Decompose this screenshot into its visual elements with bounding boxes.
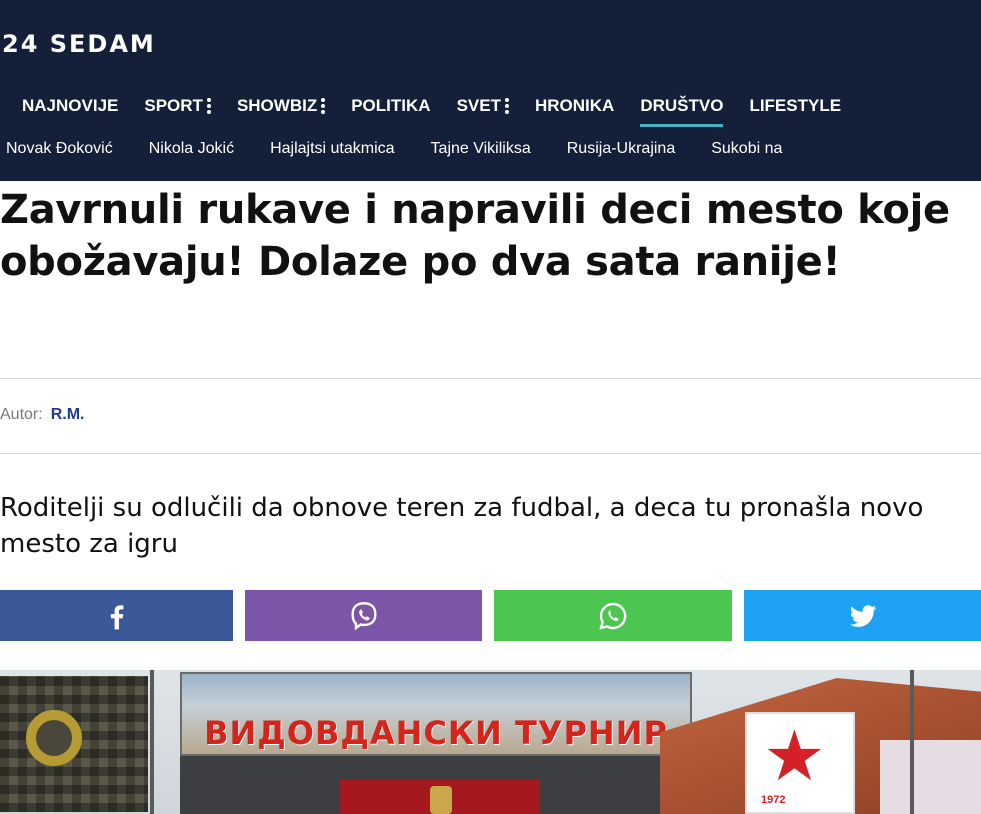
share-facebook-button[interactable] xyxy=(0,590,233,641)
star-icon: ★ xyxy=(763,717,826,795)
blurred-logo xyxy=(26,710,82,766)
article-lead: Roditelji su odlučili da obnove teren za… xyxy=(0,493,924,559)
nav-item-politika[interactable]: POLITIKA xyxy=(351,89,430,123)
trending-topics: Novak Đoković Nikola Jokić Hajlajtsi uta… xyxy=(6,140,818,158)
nav-item-sport[interactable]: SPORT xyxy=(144,89,211,123)
topic-link[interactable]: Novak Đoković xyxy=(6,140,113,158)
main-nav: NAJNOVIJE SPORT SHOWBIZ POLITIKA SVET HR… xyxy=(22,89,867,127)
nav-label: SHOWBIZ xyxy=(236,96,318,115)
more-dots-icon[interactable] xyxy=(504,97,509,115)
topic-link[interactable]: Sukobi na xyxy=(711,140,782,158)
house-wall xyxy=(880,740,981,814)
tournament-banner: ВИДОВДАНСКИ ТУРНИР xyxy=(180,672,692,756)
twitter-icon xyxy=(849,604,876,627)
nav-item-showbiz[interactable]: SHOWBIZ xyxy=(236,89,326,123)
topic-link[interactable]: Nikola Jokić xyxy=(149,140,234,158)
topic-link[interactable]: Rusija-Ukrajina xyxy=(567,140,675,158)
nav-label: DRUŠTVO xyxy=(640,96,724,115)
share-twitter-button[interactable] xyxy=(744,590,981,641)
nav-label: HRONIKA xyxy=(534,96,615,115)
flag-emblem xyxy=(430,786,452,814)
nav-label: POLITIKA xyxy=(351,96,431,115)
author-label: Autor: xyxy=(0,406,43,423)
author-link[interactable]: R.M. xyxy=(51,406,85,423)
more-dots-icon[interactable] xyxy=(206,97,211,115)
share-viber-button[interactable] xyxy=(245,590,482,641)
share-whatsapp-button[interactable] xyxy=(494,590,732,641)
topic-link[interactable]: Hajlajtsi utakmica xyxy=(270,140,394,158)
nav-label: SPORT xyxy=(144,96,203,115)
nav-item-najnovije[interactable]: NAJNOVIJE xyxy=(22,89,118,123)
more-dots-icon[interactable] xyxy=(321,97,326,115)
divider xyxy=(0,453,981,454)
club-badge: ★ 1972 xyxy=(745,712,855,814)
nav-item-svet[interactable]: SVET xyxy=(457,89,509,123)
site-logo[interactable]: 24 SEDAM xyxy=(2,30,156,58)
author-line: Autor: R.M. xyxy=(0,406,84,424)
whatsapp-icon xyxy=(599,602,627,630)
facebook-icon xyxy=(110,604,123,629)
pixelated-sign xyxy=(0,676,148,812)
nav-label: LIFESTYLE xyxy=(749,96,842,115)
nav-item-drustvo[interactable]: DRUŠTVO xyxy=(640,89,724,127)
article-photo: ВИДОВДАНСКИ ТУРНИР ★ 1972 xyxy=(0,670,981,814)
nav-item-hronika[interactable]: HRONIKA xyxy=(535,89,614,123)
banner-text: ВИДОВДАНСКИ ТУРНИР xyxy=(204,714,668,752)
site-header: 24 SEDAM NAJNOVIJE SPORT SHOWBIZ POLITIK… xyxy=(0,0,981,181)
nav-label: SVET xyxy=(456,96,501,115)
badge-year: 1972 xyxy=(761,794,786,806)
viber-icon xyxy=(350,601,377,630)
nav-label: NAJNOVIJE xyxy=(22,96,119,115)
topic-link[interactable]: Tajne Vikiliksa xyxy=(431,140,531,158)
nav-item-lifestyle[interactable]: LIFESTYLE xyxy=(749,89,841,123)
divider xyxy=(0,378,981,379)
pole xyxy=(910,670,914,814)
article-title: Zavrnuli rukave i napravili deci mesto k… xyxy=(0,187,950,285)
pole xyxy=(150,670,154,814)
